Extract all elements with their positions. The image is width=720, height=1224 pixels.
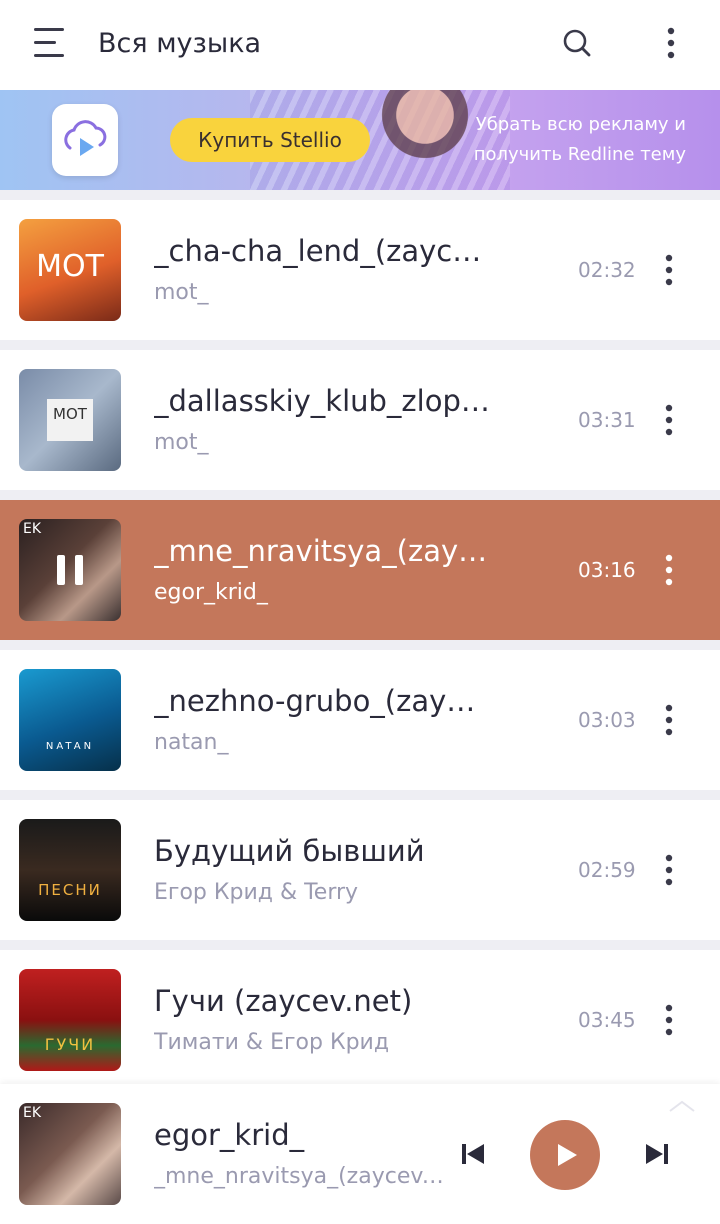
promo-line-1: Убрать всю рекламу и xyxy=(475,114,686,135)
promo-banner[interactable]: Купить Stellio Убрать всю рекламу и полу… xyxy=(0,90,720,190)
more-vertical-icon[interactable] xyxy=(656,26,686,60)
hamburger-menu-icon[interactable] xyxy=(30,26,70,62)
album-cover: МОТ xyxy=(19,219,121,321)
track-more-icon[interactable] xyxy=(654,552,684,588)
track-title: _dallasskiy_klub_zlopoluchnyh_(zaycev.ne… xyxy=(154,384,490,418)
now-playing-cover: EK xyxy=(19,1103,121,1205)
track-more-icon[interactable] xyxy=(654,252,684,288)
mini-player[interactable]: EK egor_krid_ _mne_nravitsya_(zaycev.net… xyxy=(0,1084,720,1224)
buy-stellio-button[interactable]: Купить Stellio xyxy=(170,118,370,162)
track-title: Будущий бывший xyxy=(154,834,425,868)
track-artist: egor_krid_ xyxy=(154,580,268,605)
cover-label: NATAN xyxy=(45,741,95,752)
track-title: _cha-cha_lend_(zaycev.net) xyxy=(154,234,490,268)
track-more-icon[interactable] xyxy=(654,1002,684,1038)
top-bar: Вся музыка xyxy=(0,0,720,90)
track-row[interactable]: NATAN _nezhno-grubo_(zaycev.net) natan_ … xyxy=(0,650,720,790)
next-track-icon[interactable] xyxy=(642,1140,672,1168)
cover-label: МОТ xyxy=(53,405,87,423)
cover-label: ГУЧИ xyxy=(44,1035,96,1054)
chevron-up-icon[interactable] xyxy=(668,1098,696,1112)
track-row[interactable]: МОТ _cha-cha_lend_(zaycev.net) mot_ 02:3… xyxy=(0,200,720,340)
now-playing-artist: egor_krid_ xyxy=(154,1118,305,1152)
album-cover: ГУЧИ xyxy=(19,969,121,1071)
track-duration: 03:45 xyxy=(578,1008,636,1032)
track-duration: 03:31 xyxy=(578,408,636,432)
track-title: Гучи (zaycev.net) xyxy=(154,984,413,1018)
track-duration: 03:16 xyxy=(578,558,636,582)
cover-label: EK xyxy=(23,521,42,537)
track-row[interactable]: ГУЧИ Гучи (zaycev.net) Тимати & Егор Кри… xyxy=(0,950,720,1090)
track-more-icon[interactable] xyxy=(654,852,684,888)
play-button[interactable] xyxy=(530,1120,600,1190)
track-artist: mot_ xyxy=(154,430,209,455)
previous-track-icon[interactable] xyxy=(458,1140,488,1168)
cover-label: ПЕСНИ xyxy=(38,881,102,899)
album-cover: NATAN xyxy=(19,669,121,771)
track-row[interactable]: ПЕСНИ Будущий бывший Егор Крид & Terry 0… xyxy=(0,800,720,940)
cover-label: EK xyxy=(23,1105,42,1121)
album-cover: EK xyxy=(19,519,121,621)
promo-line-2: получить Redline тему xyxy=(473,144,686,165)
page-title: Вся музыка xyxy=(98,28,262,59)
track-duration: 02:59 xyxy=(578,858,636,882)
album-cover: МОТ xyxy=(19,369,121,471)
stellio-logo-icon xyxy=(52,104,118,176)
cover-label: МОТ xyxy=(36,249,104,284)
now-playing-title: _mne_nravitsya_(zaycev.net) xyxy=(154,1164,444,1189)
track-row-playing[interactable]: EK _mne_nravitsya_(zaycev.net) egor_krid… xyxy=(0,500,720,640)
track-more-icon[interactable] xyxy=(654,702,684,738)
promo-text: Убрать всю рекламу и получить Redline те… xyxy=(436,110,686,170)
track-duration: 02:32 xyxy=(578,258,636,282)
pause-icon[interactable] xyxy=(57,555,83,585)
track-artist: Егор Крид & Terry xyxy=(154,880,359,905)
track-title: _mne_nravitsya_(zaycev.net) xyxy=(154,534,490,568)
track-row[interactable]: МОТ _dallasskiy_klub_zlopoluchnyh_(zayce… xyxy=(0,350,720,490)
search-icon[interactable] xyxy=(560,26,594,60)
track-artist: Тимати & Егор Крид xyxy=(154,1030,390,1055)
track-artist: natan_ xyxy=(154,730,229,755)
track-artist: mot_ xyxy=(154,280,209,305)
track-more-icon[interactable] xyxy=(654,402,684,438)
track-duration: 03:03 xyxy=(578,708,636,732)
album-cover: ПЕСНИ xyxy=(19,819,121,921)
track-title: _nezhno-grubo_(zaycev.net) xyxy=(154,684,490,718)
